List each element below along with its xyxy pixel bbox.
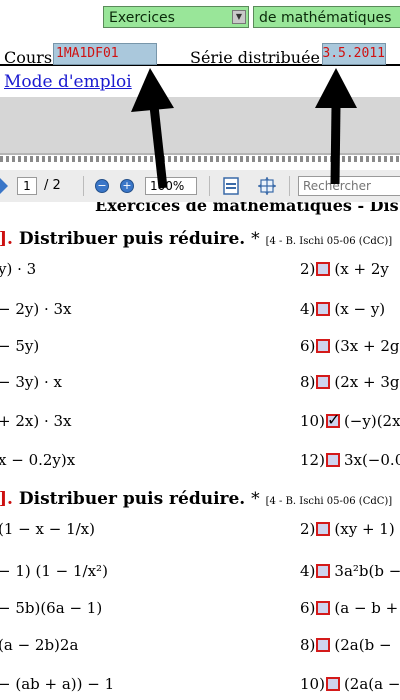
page-title: Exercices de mathématiques - Dis — [95, 202, 399, 215]
help-link[interactable]: Mode d'emploi — [4, 72, 132, 92]
toolbar-divider — [83, 176, 84, 196]
exercise-item: 10) (2a(a − — [300, 675, 400, 693]
exercise-item: − 5y) — [0, 337, 40, 355]
dashed-separator — [0, 156, 400, 162]
gray-panel — [0, 97, 400, 155]
section-source: [4 - B. Ischi 05-06 (CdC)] — [265, 496, 393, 507]
exercise-item: + 2x) · 3x — [0, 412, 72, 430]
exercise-expression: (2a(a − — [343, 675, 400, 693]
series-date-input[interactable]: 23.5.2011 — [322, 43, 386, 65]
subject-select-value: de mathématiques — [259, 10, 392, 26]
pdf-toolbar: 1 / 2 − + 100% ▾ — [0, 170, 400, 208]
exercise-item: y) · 3 — [0, 260, 37, 278]
exercise-checkbox[interactable] — [316, 339, 331, 353]
section-number: ]. — [0, 489, 13, 509]
exercise-checkbox[interactable] — [325, 677, 340, 691]
exercise-item: 4) 3a²b(b − — [300, 562, 400, 580]
exercise-item: − 1) (1 − 1/x²) — [0, 562, 108, 580]
exercise-item: 6) (a − b + — [300, 599, 398, 617]
course-label: Cours — [4, 48, 53, 67]
exercise-number: 8) — [300, 636, 316, 654]
exercise-checkbox[interactable] — [316, 262, 331, 276]
exercise-item: 6) (3x + 2g — [300, 337, 400, 355]
exercise-item: 2) (x + 2y — [300, 260, 389, 278]
exercise-item: 8) (2a(b − — [300, 636, 392, 654]
exercise-expression: 3a²b(b − — [334, 562, 400, 580]
section-heading: ]. Distribuer puis réduire. * [4 - B. Is… — [0, 489, 392, 509]
exercise-expression: 3x(−0.0 — [343, 451, 400, 469]
exercise-expression: (3x + 2g — [334, 337, 400, 355]
exercise-number: 2) — [300, 260, 316, 278]
exercise-checkbox[interactable] — [316, 638, 331, 652]
exercise-checkbox-checked[interactable]: ✓ — [325, 410, 340, 429]
series-label: Série distribuée le — [190, 48, 340, 67]
exercise-item: (1 − x − 1/x) — [0, 520, 95, 538]
section-title: Distribuer puis réduire. — [18, 229, 246, 249]
type-select-value: Exercices — [109, 10, 175, 26]
exercise-item: − 2y) · 3x — [0, 300, 72, 318]
exercise-item: − 5b)(6a − 1) — [0, 599, 103, 617]
exercise-number: 10) — [300, 412, 325, 430]
toolbar-divider — [289, 176, 290, 196]
difficulty-star: * — [251, 489, 260, 509]
form-panel: Exercices ▼ de mathématiques Cours 1MA1D… — [0, 0, 400, 100]
section-number: ]. — [0, 229, 13, 249]
difficulty-star: * — [251, 229, 260, 249]
exercise-checkbox[interactable] — [316, 522, 331, 536]
exercise-item: 12) 3x(−0.0 — [300, 451, 400, 469]
search-input[interactable] — [298, 176, 400, 196]
exercise-expression: (2a(b − — [334, 636, 392, 654]
type-select[interactable]: Exercices ▼ — [103, 6, 249, 28]
page-total: / 2 — [44, 178, 61, 193]
exercise-expression: (2x + 3g — [334, 373, 400, 391]
exercise-number: 10) — [300, 675, 325, 693]
exercise-number: 8) — [300, 373, 316, 391]
zoom-select[interactable]: 100% ▾ — [145, 177, 197, 208]
exercise-checkbox[interactable] — [325, 453, 340, 467]
fit-page-icon[interactable] — [221, 176, 241, 196]
dropdown-arrow-icon[interactable]: ▼ — [232, 10, 246, 24]
exercise-checkbox[interactable] — [316, 601, 331, 615]
exercise-number: 12) — [300, 451, 325, 469]
subject-select[interactable]: de mathématiques — [253, 6, 400, 28]
exercise-number: 4) — [300, 562, 316, 580]
exercise-checkbox[interactable] — [316, 564, 331, 578]
exercise-checkbox[interactable] — [316, 302, 331, 316]
pdf-page: Exercices de mathématiques - Dis ]. Dist… — [0, 202, 400, 700]
section-source: [4 - B. Ischi 05-06 (CdC)] — [265, 236, 393, 247]
exercise-item: 4) (x − y) — [300, 300, 385, 318]
next-page-icon[interactable] — [0, 178, 8, 194]
exercise-item: − 3y) · x — [0, 373, 62, 391]
zoom-in-icon[interactable]: + — [120, 179, 134, 193]
exercise-number: 6) — [300, 599, 316, 617]
page-number-input[interactable]: 1 — [17, 177, 37, 195]
section-heading: ]. Distribuer puis réduire. * [4 - B. Is… — [0, 229, 392, 249]
exercise-item: 2) (xy + 1) — [300, 520, 395, 538]
exercise-expression: (−y)(2x — [343, 412, 400, 430]
exercise-checkbox[interactable] — [316, 375, 331, 389]
fullscreen-icon[interactable] — [257, 176, 277, 196]
exercise-item: 10) ✓ (−y)(2x — [300, 410, 400, 430]
exercise-expression: (a − b + — [334, 599, 399, 617]
section-title: Distribuer puis réduire. — [18, 489, 246, 509]
course-input[interactable]: 1MA1DF01 — [53, 43, 157, 65]
exercise-item: 8) (2x + 3g — [300, 373, 400, 391]
checkmark-icon: ✓ — [326, 410, 341, 429]
toolbar-divider — [209, 176, 210, 196]
exercise-item: (a − 2b)2a — [0, 636, 79, 654]
exercise-number: 4) — [300, 300, 316, 318]
exercise-expression: (x − y) — [334, 300, 386, 318]
zoom-value: 100% — [150, 179, 185, 193]
exercise-expression: (x + 2y — [334, 260, 389, 278]
exercise-expression: (xy + 1) — [334, 520, 395, 538]
exercise-item: − (ab + a)) − 1 — [0, 675, 115, 693]
exercise-number: 6) — [300, 337, 316, 355]
zoom-out-icon[interactable]: − — [95, 179, 109, 193]
exercise-item: x − 0.2y)x — [0, 451, 76, 469]
exercise-number: 2) — [300, 520, 316, 538]
